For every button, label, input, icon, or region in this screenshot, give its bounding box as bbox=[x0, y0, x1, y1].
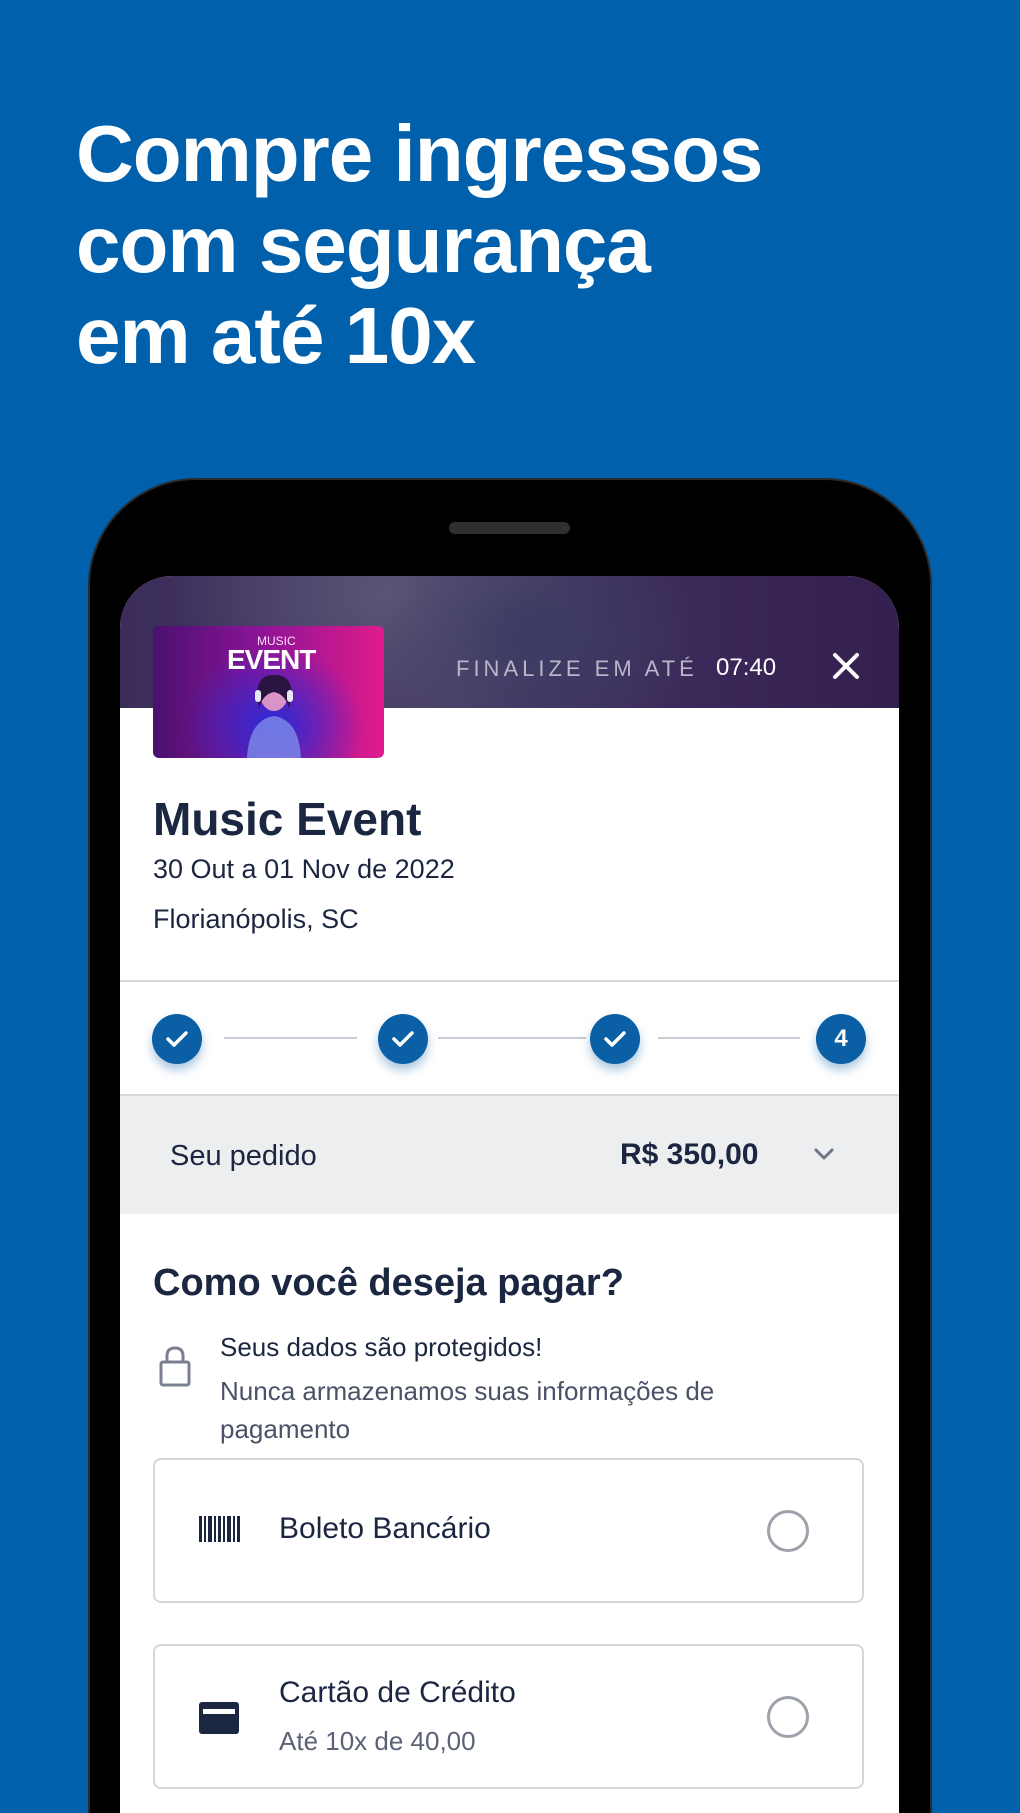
lock-icon bbox=[159, 1346, 191, 1387]
check-icon bbox=[604, 1031, 626, 1047]
payment-title: Como você deseja pagar? bbox=[153, 1262, 624, 1304]
order-label: Seu pedido bbox=[170, 1140, 317, 1172]
close-button[interactable] bbox=[826, 646, 866, 686]
headline-line-3: em até 10x bbox=[76, 291, 476, 380]
countdown-timer: 07:40 bbox=[716, 654, 777, 681]
stepper-connector bbox=[658, 1037, 800, 1039]
event-location: Florianópolis, SC bbox=[153, 904, 359, 934]
event-date: 30 Out a 01 Nov de 2022 bbox=[153, 854, 455, 884]
close-icon bbox=[833, 653, 859, 679]
divider bbox=[120, 980, 899, 982]
radio-credit-card[interactable] bbox=[767, 1696, 809, 1738]
payment-option-label: Boleto Bancário bbox=[279, 1512, 491, 1545]
step-4-current: 4 bbox=[816, 1014, 866, 1064]
radio-boleto[interactable] bbox=[767, 1510, 809, 1552]
step-2-completed bbox=[378, 1014, 428, 1064]
check-icon bbox=[392, 1031, 414, 1047]
event-title: Music Event bbox=[153, 793, 422, 845]
finalize-label: FINALIZE EM ATÉ bbox=[456, 656, 698, 681]
check-icon bbox=[166, 1031, 188, 1047]
security-text: Nunca armazenamos suas informações de pa… bbox=[220, 1376, 715, 1444]
step-1-completed bbox=[152, 1014, 202, 1064]
order-summary-bar[interactable]: Seu pedido R$ 350,00 bbox=[120, 1096, 899, 1214]
barcode-icon bbox=[199, 1516, 240, 1542]
headline-line-2: com segurança bbox=[76, 200, 651, 289]
stepper-connector bbox=[224, 1037, 357, 1039]
phone-speaker bbox=[449, 522, 570, 534]
person-with-headphones-image bbox=[247, 674, 301, 758]
installments-text: Até 10x de 40,00 bbox=[279, 1726, 476, 1756]
order-total: R$ 350,00 bbox=[620, 1138, 759, 1171]
payment-option-label: Cartão de Crédito bbox=[279, 1676, 516, 1709]
event-thumbnail: MUSIC EVENT bbox=[153, 626, 384, 758]
step-3-completed bbox=[590, 1014, 640, 1064]
payment-option-credit-card[interactable]: Cartão de Crédito Até 10x de 40,00 bbox=[153, 1644, 864, 1789]
chevron-down-icon[interactable] bbox=[810, 1140, 838, 1168]
credit-card-icon bbox=[199, 1702, 239, 1734]
payment-option-boleto[interactable]: Boleto Bancário bbox=[153, 1458, 864, 1603]
promo-headline: Compre ingressos com segurança em até 10… bbox=[76, 108, 763, 381]
stepper-connector bbox=[438, 1037, 586, 1039]
security-title: Seus dados são protegidos! bbox=[220, 1332, 543, 1362]
step-number: 4 bbox=[834, 1025, 848, 1052]
checkout-screen: FINALIZE EM ATÉ 07:40 MUSIC EVENT Music … bbox=[120, 576, 899, 1813]
headline-line-1: Compre ingressos bbox=[76, 109, 763, 198]
